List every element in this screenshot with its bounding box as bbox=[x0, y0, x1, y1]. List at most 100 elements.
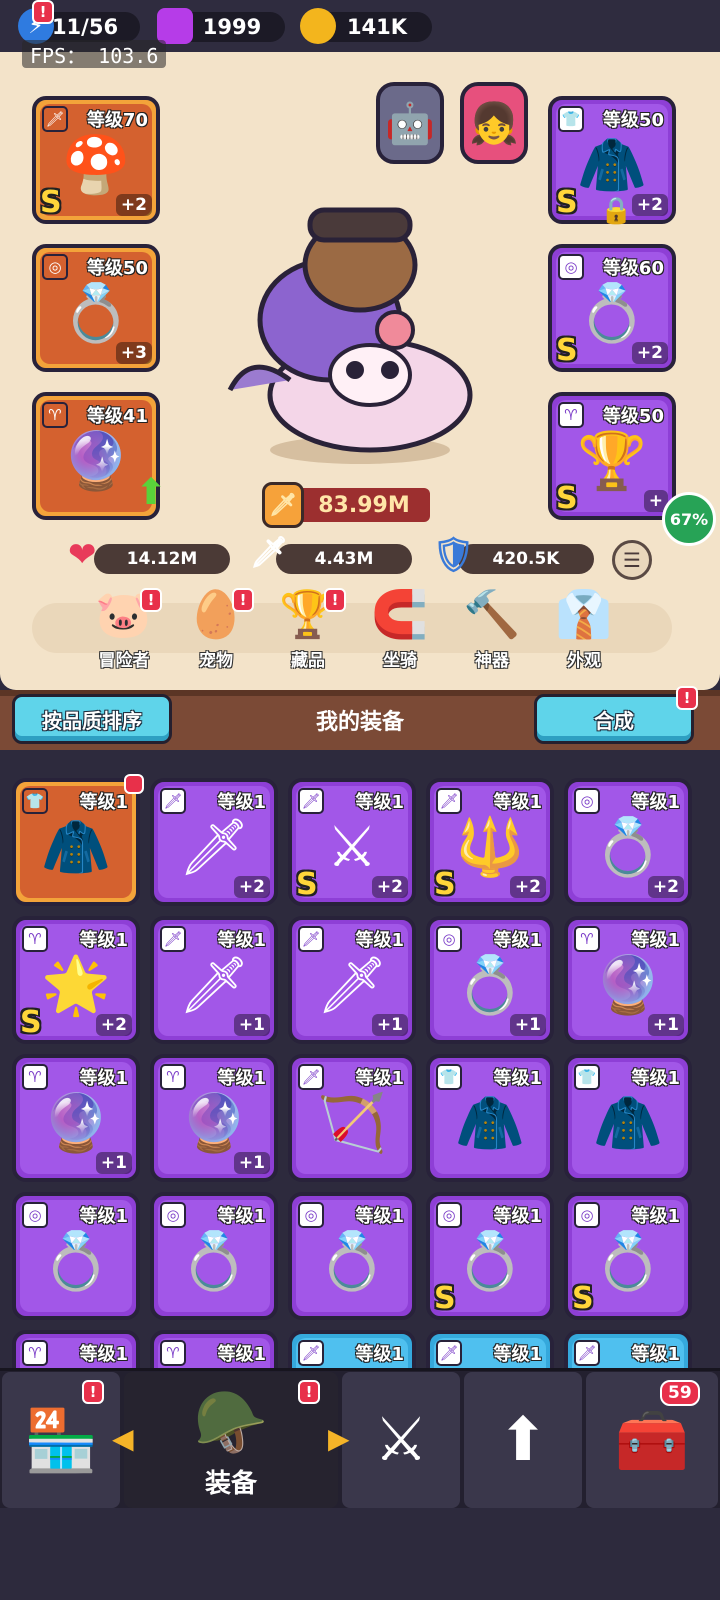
tab-upgrade[interactable]: ⬆ bbox=[464, 1372, 582, 1508]
inventory-item-slot[interactable]: ◎ 等级1 💍 S bbox=[564, 1192, 692, 1320]
item-level: 等级1 bbox=[217, 1068, 266, 1089]
item-plus: +2 bbox=[631, 194, 668, 216]
inventory-item-slot[interactable]: ◎ 等级1 💍 bbox=[12, 1192, 140, 1320]
item-rank: S bbox=[572, 1281, 594, 1316]
slot-type-icon: ♈ bbox=[22, 926, 48, 952]
item-plus: +2 bbox=[631, 342, 668, 364]
inventory-item-slot[interactable]: 👕 等级1 🧥 bbox=[426, 1054, 554, 1182]
inventory-item-slot[interactable]: 🗡 等级1 🏹 bbox=[288, 1054, 416, 1182]
slot-type-icon: ♈ bbox=[160, 1340, 186, 1366]
item-icon: 🏹 bbox=[317, 1091, 387, 1156]
item-plus: +2 bbox=[115, 194, 152, 216]
slot-type-icon: ♈ bbox=[160, 1064, 186, 1090]
inventory-item-slot[interactable]: ◎ 等级1 💍 +2 bbox=[564, 778, 692, 906]
gold-counter[interactable]: 141K bbox=[300, 8, 432, 44]
slot-type-icon: ◎ bbox=[436, 926, 462, 952]
item-plus: +1 bbox=[233, 1152, 270, 1174]
inventory-item-slot[interactable]: 🗡 等级1 bbox=[288, 1330, 416, 1370]
defense-value: 420.5K bbox=[492, 549, 560, 569]
nav-item-label: 藏品 bbox=[291, 651, 325, 671]
hero-capybara-character bbox=[227, 207, 473, 464]
item-level: 等级1 bbox=[355, 930, 404, 951]
item-level: 等级1 bbox=[631, 1068, 680, 1089]
merge-button[interactable]: 合成 bbox=[534, 694, 694, 744]
inventory-item-slot[interactable]: ◎ 等级1 💍 bbox=[150, 1192, 278, 1320]
tab-right-arrow-icon[interactable]: ▶ bbox=[328, 1422, 350, 1455]
item-icon: ⚔ bbox=[326, 815, 378, 880]
nav-item[interactable]: 🧲 坐骑 bbox=[360, 588, 440, 671]
item-level: 等级1 bbox=[493, 1344, 542, 1365]
gem-counter[interactable]: 1999 bbox=[157, 8, 285, 44]
inventory-item-slot[interactable]: ♈ 等级1 bbox=[150, 1330, 278, 1370]
item-level: 等级1 bbox=[355, 1206, 404, 1227]
item-level: 等级1 bbox=[79, 1344, 128, 1365]
inventory-item-slot[interactable]: ◎ 等级1 💍 bbox=[288, 1192, 416, 1320]
tab-battle[interactable]: ⚔ bbox=[342, 1372, 460, 1508]
inventory-item-slot[interactable]: 🗡 等级1 🔱 +2 S bbox=[426, 778, 554, 906]
inventory-item-slot[interactable]: ◎ 等级1 💍 +1 bbox=[426, 916, 554, 1044]
inventory-item-slot[interactable]: ♈ 等级1 🔮 +1 bbox=[564, 916, 692, 1044]
inventory-item-slot[interactable]: ♈ 等级1 🔮 +1 bbox=[12, 1054, 140, 1182]
slot-type-icon: 🗡 bbox=[436, 788, 462, 814]
companion-knight-portrait[interactable]: 🤖 bbox=[376, 82, 444, 164]
lock-icon: 🔒 bbox=[600, 196, 633, 226]
inventory-item-slot[interactable]: 🗡 等级1 ⚔ +2 S bbox=[288, 778, 416, 906]
tab-label: 装备 bbox=[204, 1469, 257, 1499]
item-level: 等级50 bbox=[602, 110, 664, 131]
gold-coin-icon bbox=[300, 8, 336, 44]
stats-detail-icon[interactable]: ☰ bbox=[612, 540, 652, 580]
item-rank: S bbox=[434, 867, 456, 902]
tab-badge: 59 bbox=[660, 1380, 700, 1406]
item-level: 等级1 bbox=[493, 792, 542, 813]
item-icon: 🧥 bbox=[41, 815, 111, 880]
sort-by-quality-button[interactable]: 按品质排序 bbox=[12, 694, 172, 744]
item-icon: 💍 bbox=[61, 281, 131, 346]
slot-type-icon: 🗡 bbox=[42, 106, 68, 132]
equipped-slot-right[interactable]: ♈ 等级50 🏆 + S bbox=[548, 392, 676, 520]
slot-type-icon: 👕 bbox=[436, 1064, 462, 1090]
inventory-item-slot[interactable]: 🗡 等级1 bbox=[426, 1330, 554, 1370]
combat-power-bar: 🗡 83.99M bbox=[262, 482, 430, 528]
tab-left-arrow-icon[interactable]: ◀ bbox=[112, 1422, 134, 1455]
item-plus: +1 bbox=[233, 1014, 270, 1036]
item-icon: 💍 bbox=[41, 1229, 111, 1294]
slot-type-icon: ◎ bbox=[436, 1202, 462, 1228]
inventory-item-slot[interactable]: 🗡 等级1 🗡 +2 bbox=[150, 778, 278, 906]
item-icon: 🔮 bbox=[179, 1091, 249, 1156]
gem-icon bbox=[157, 8, 193, 44]
slot-type-icon: ♈ bbox=[22, 1340, 48, 1366]
item-rank: S bbox=[556, 185, 578, 220]
slot-type-icon: ◎ bbox=[574, 1202, 600, 1228]
item-icon: 🏆 bbox=[577, 429, 647, 494]
item-level: 等级1 bbox=[79, 930, 128, 951]
item-plus: +1 bbox=[509, 1014, 546, 1036]
inventory-item-slot[interactable]: 👕 等级1 🧥 bbox=[12, 778, 140, 906]
item-icon: 🧥 bbox=[577, 133, 647, 198]
item-rank: S bbox=[434, 1281, 456, 1316]
item-level: 等级1 bbox=[493, 930, 542, 951]
item-level: 等级70 bbox=[86, 110, 148, 131]
inventory-item-slot[interactable]: 🗡 等级1 bbox=[564, 1330, 692, 1370]
inventory-item-slot[interactable]: ♈ 等级1 🌟 +2 S bbox=[12, 916, 140, 1044]
nav-item[interactable]: 👔 外观 bbox=[544, 588, 624, 671]
inventory-item-slot[interactable]: ♈ 等级1 🔮 +1 bbox=[150, 1054, 278, 1182]
equipped-slot-left[interactable]: ◎ 等级50 💍 +3 bbox=[32, 244, 160, 372]
nav-item-icon: 👔 bbox=[555, 587, 613, 641]
nav-item[interactable]: 🔨 神器 bbox=[452, 588, 532, 671]
slot-type-icon: ♈ bbox=[42, 402, 68, 428]
inventory-grid: 👕 等级1 🧥 🗡 等级1 🗡 +2 🗡 等级1 ⚔ +2 S 🗡 等级1 🔱 +2 S ◎ 等级1 💍 +2 ♈ 等级1 🌟… bbox=[0, 760, 720, 1370]
upgrade-arrow-icon[interactable]: ⬆ bbox=[136, 472, 166, 513]
inventory-item-slot[interactable]: ◎ 等级1 💍 S bbox=[426, 1192, 554, 1320]
sword-shield-icon: 🗡 bbox=[262, 482, 304, 528]
equipped-slot-right[interactable]: ◎ 等级60 💍 +2 S bbox=[548, 244, 676, 372]
inventory-item-slot[interactable]: 👕 等级1 🧥 bbox=[564, 1054, 692, 1182]
inventory-item-slot[interactable]: 🗡 等级1 🗡 +1 bbox=[288, 916, 416, 1044]
merge-alert-badge: ! bbox=[676, 686, 698, 710]
inventory-item-slot[interactable]: 🗡 等级1 🗡 +1 bbox=[150, 916, 278, 1044]
item-icon: 🔱 bbox=[455, 815, 525, 880]
progress-percent-badge[interactable]: 67% bbox=[662, 492, 716, 546]
inventory-item-slot[interactable]: ♈ 等级1 bbox=[12, 1330, 140, 1370]
equipped-slot-left[interactable]: 🗡 等级70 🍄 +2 S bbox=[32, 96, 160, 224]
item-level: 等级1 bbox=[79, 1068, 128, 1089]
companion-girl-portrait[interactable]: 👧 bbox=[460, 82, 528, 164]
